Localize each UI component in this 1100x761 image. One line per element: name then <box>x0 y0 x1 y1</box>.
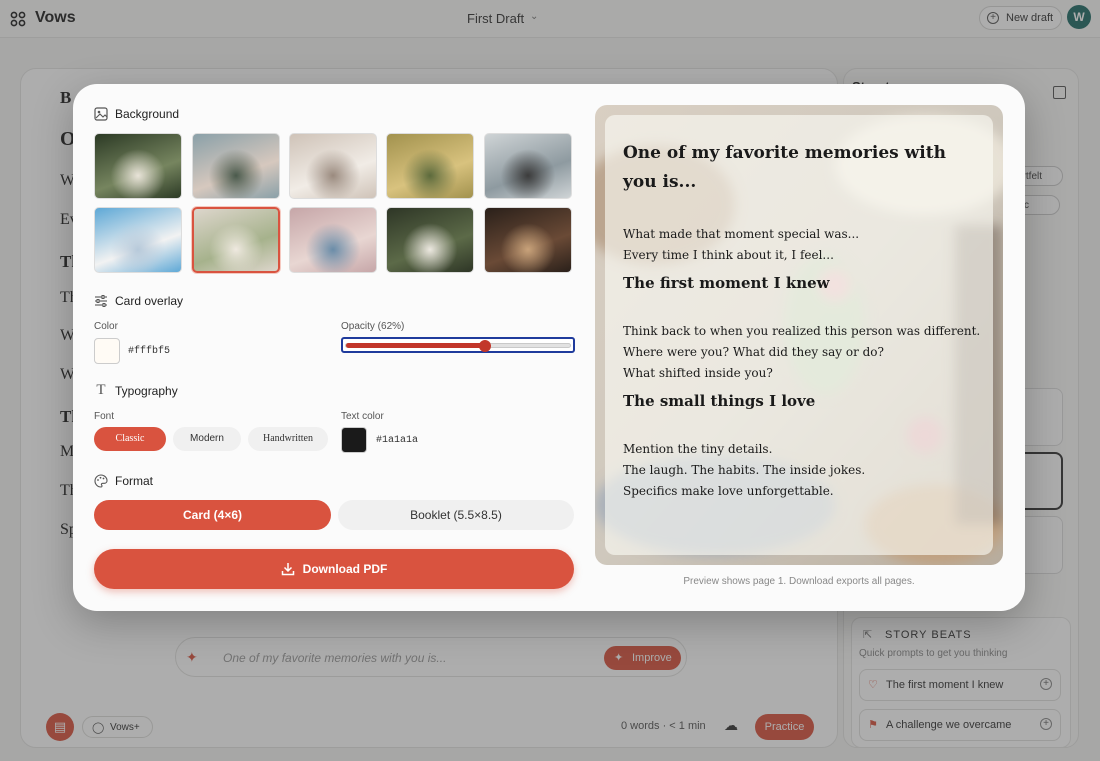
background-thumbnail-poolside-ceremony[interactable] <box>289 207 377 273</box>
text-color-value: #1a1a1a <box>376 435 419 446</box>
palette-icon <box>94 474 108 488</box>
format-card-button[interactable]: Card (4×6) <box>94 500 331 530</box>
slider-track <box>345 340 571 352</box>
slider-fill <box>346 343 485 348</box>
download-icon <box>281 563 294 576</box>
card-overlay-section-label: Card overlay <box>115 294 184 308</box>
font-handwritten-button[interactable]: Handwritten <box>248 427 328 451</box>
preview-text-line: What made that moment special was... <box>623 227 860 241</box>
preview-text-line: Mention the tiny details. <box>623 442 773 456</box>
preview-heading: The first moment I knew <box>623 274 830 292</box>
preview-text-line: What shifted inside you? <box>623 366 773 380</box>
background-thumbnail-evening-lights[interactable] <box>484 207 572 273</box>
preview-note: Preview shows page 1. Download exports a… <box>683 576 915 587</box>
preview-overlay-card: One of my favorite memories with you is.… <box>605 115 993 555</box>
text-color-swatch[interactable] <box>341 427 367 453</box>
background-thumbnail-bride-seaside-flowers[interactable] <box>94 207 182 273</box>
background-thumbnail-confetti-celebration[interactable] <box>192 133 280 199</box>
text-type-icon: T <box>96 382 106 398</box>
preview-text-line: The laugh. The habits. The inside jokes. <box>623 463 866 477</box>
typography-section-label: Typography <box>115 384 178 398</box>
preview-text-line: Where were you? What did they say or do? <box>623 345 884 359</box>
background-thumbnail-beach-couple[interactable] <box>484 133 572 199</box>
overlay-color-label: Color <box>94 321 118 332</box>
preview-text-line: Every time I think about it, I feel... <box>623 248 834 262</box>
image-icon <box>94 107 108 121</box>
text-color-label: Text color <box>341 411 384 422</box>
preview-title: One of my favorite memories with you is.… <box>623 143 946 192</box>
format-booklet-button[interactable]: Booklet (5.5×8.5) <box>338 500 574 530</box>
download-pdf-label: Download PDF <box>302 562 388 576</box>
preview-text-line: Specifics make love unforgettable. <box>623 484 834 498</box>
background-thumbnail-couple-golden-field[interactable] <box>386 133 474 199</box>
background-thumbnail-couple-garden-dark[interactable] <box>386 207 474 273</box>
slider-handle[interactable] <box>478 340 491 352</box>
format-section-label: Format <box>115 474 154 488</box>
background-thumbnail-holding-hands-rings[interactable] <box>289 133 377 199</box>
opacity-slider[interactable] <box>341 337 575 353</box>
background-thumbnail-couple-under-trees[interactable] <box>94 133 182 199</box>
font-modern-button[interactable]: Modern <box>173 427 241 451</box>
overlay-color-value: #fffbf5 <box>128 346 171 357</box>
sliders-icon <box>95 295 107 307</box>
font-label: Font <box>94 411 115 422</box>
export-modal: Background Card overlay Color #fffbf5 Op… <box>73 84 1025 611</box>
background-section-label: Background <box>115 107 180 121</box>
opacity-label: Opacity (62%) <box>341 321 405 332</box>
overlay-color-swatch[interactable] <box>94 338 120 364</box>
card-preview: One of my favorite memories with you is.… <box>595 105 1003 565</box>
preview-heading: The small things I love <box>623 392 816 410</box>
font-classic-button[interactable]: Classic <box>94 427 166 451</box>
preview-text-line: Think back to when you realized this per… <box>623 324 981 338</box>
download-pdf-button[interactable]: Download PDF <box>94 549 574 589</box>
background-thumbnail-reception-table-flowers[interactable] <box>192 207 280 273</box>
